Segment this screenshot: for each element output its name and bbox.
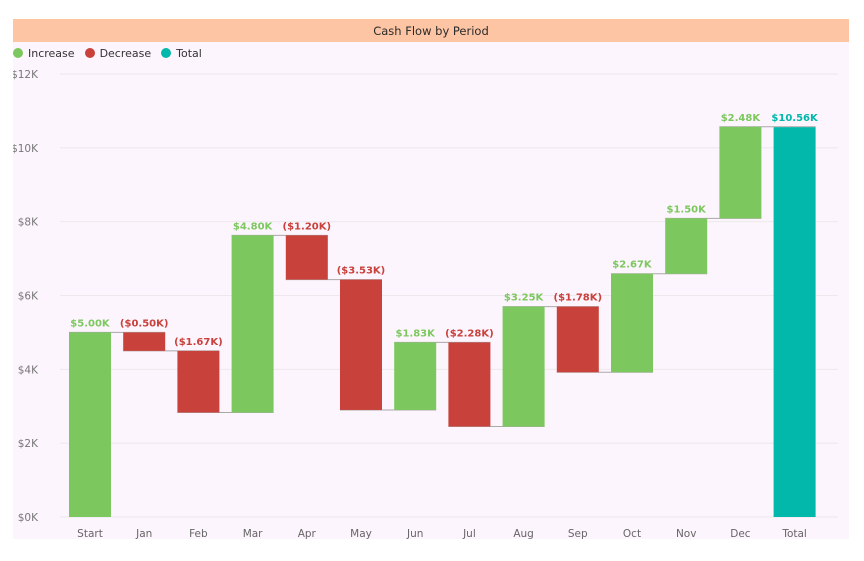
bar-apr[interactable] [285,235,328,280]
x-tick-label: Dec [730,528,751,539]
x-tick-label: Total [781,528,807,539]
bar-nov[interactable] [665,218,708,274]
waterfall-chart: $0K $2K $4K $6K $8K $10K $12K $5.00K ($0.50K) ($… [13,69,838,539]
y-axis: $0K $2K $4K $6K $8K $10K $12K [13,69,39,524]
y-tick-label: $8K [18,217,39,229]
bar-jul[interactable] [448,342,491,427]
bar-start[interactable] [69,332,111,517]
bar-aug[interactable] [502,306,545,427]
bar-sep[interactable] [556,306,599,373]
bar-feb[interactable] [177,350,220,413]
data-label-total: $10.56K [771,113,819,124]
data-label-dec: $2.48K [721,113,762,124]
x-axis: Start Jan Feb Mar Apr May Jun Jul Aug Sep Oct Nov De… [77,528,807,539]
data-label-oct: $2.67K [612,260,653,271]
bar-may[interactable] [340,279,382,410]
data-label-aug: $3.25K [504,293,545,304]
bar-total[interactable] [773,127,816,517]
y-tick-label: $12K [13,69,39,81]
data-label-start: $5.00K [70,318,111,329]
x-tick-label: Start [77,528,103,539]
data-label-may: ($3.53K) [337,266,386,277]
x-tick-label: Aug [513,528,534,539]
data-label-apr: ($1.20K) [283,221,332,232]
x-tick-label: Feb [189,528,208,539]
data-label-sep: ($1.78K) [554,293,603,304]
x-tick-label: Jan [135,528,152,539]
data-label-jun: $1.83K [396,328,437,339]
data-label-nov: $1.50K [667,204,708,215]
x-tick-label: Jun [406,528,423,539]
x-tick-label: Nov [676,528,697,539]
y-tick-label: $6K [18,291,39,303]
bars [69,126,816,517]
bar-dec[interactable] [719,126,762,219]
bar-mar[interactable] [231,235,274,413]
x-tick-label: May [350,528,372,539]
y-tick-label: $2K [18,438,39,450]
data-label-jan: ($0.50K) [120,318,169,329]
bar-jun[interactable] [394,342,437,410]
data-label-feb: ($1.67K) [174,337,223,348]
x-tick-label: Apr [298,528,317,539]
y-tick-label: $0K [18,512,39,524]
data-label-jul: ($2.28K) [445,328,494,339]
x-tick-label: Sep [568,528,588,539]
y-tick-label: $4K [18,364,39,376]
data-label-mar: $4.80K [233,221,274,232]
x-tick-label: Mar [243,528,263,539]
y-tick-label: $10K [13,143,39,155]
bar-jan[interactable] [123,332,166,351]
x-tick-label: Oct [623,528,641,539]
x-tick-label: Jul [462,528,476,539]
bar-oct[interactable] [611,273,653,373]
chart-frame: Cash Flow by Period Increase Decrease To… [13,19,849,539]
